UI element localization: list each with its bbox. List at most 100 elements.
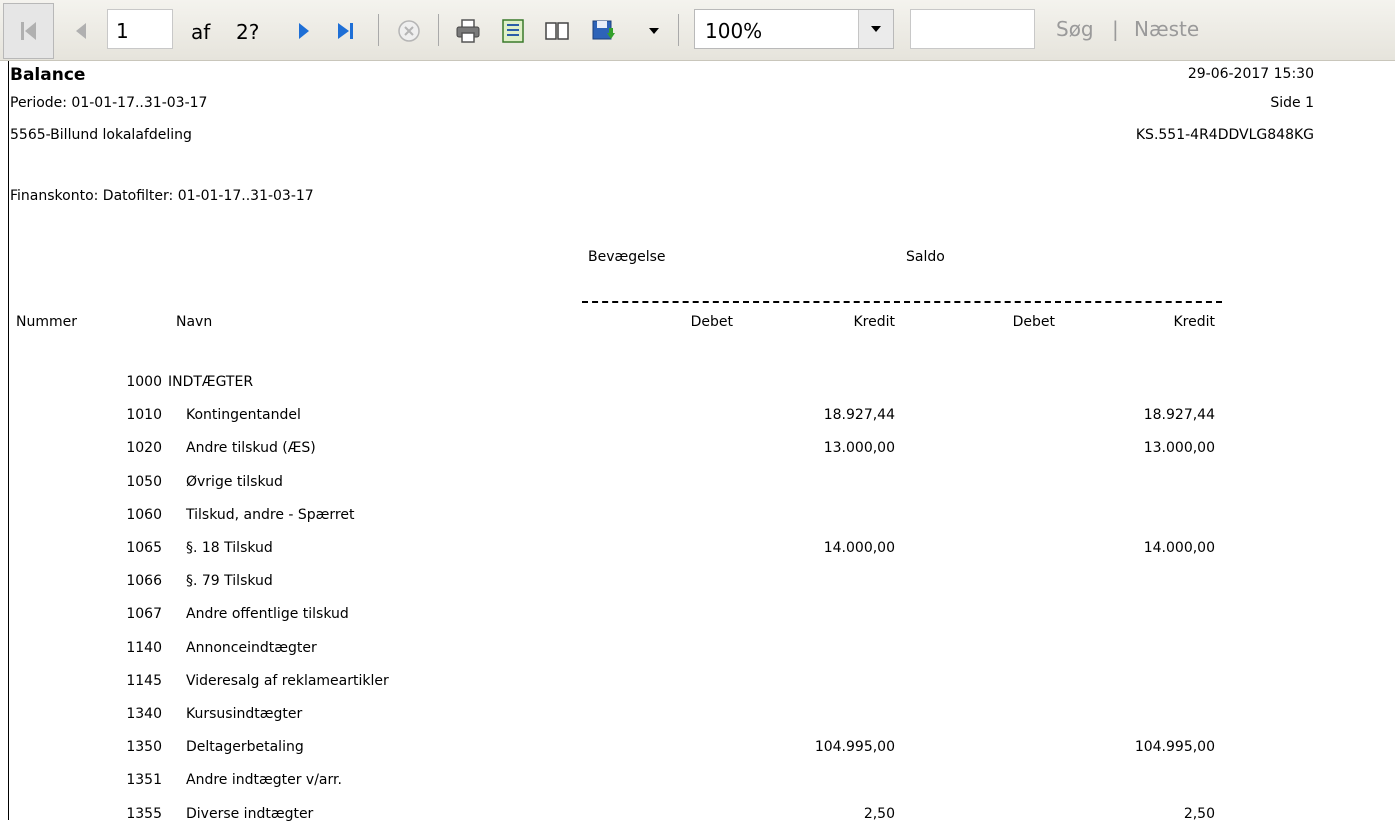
table-row: 1010 Kontingentandel 18.927,44 18.927,44 bbox=[0, 399, 1395, 431]
previous-page-icon bbox=[76, 23, 86, 39]
account-number: 1350 bbox=[126, 739, 162, 756]
credit-movement-cell: 14.000,00 bbox=[823, 540, 895, 556]
chevron-down-icon[interactable] bbox=[858, 10, 893, 48]
table-row: 1060 Tilskud, andre - Spærret bbox=[0, 499, 1395, 531]
table-row: 1067 Andre offentlige tilskud bbox=[0, 598, 1395, 630]
column-header-number: Nummer bbox=[16, 314, 77, 330]
account-name: Tilskud, andre - Spærret bbox=[186, 506, 355, 523]
next-page-button[interactable] bbox=[290, 13, 318, 49]
report-page: Balance 29-06-2017 15:30 Periode: 01-01-… bbox=[0, 61, 1395, 822]
table-row: 1145 Videresalg af reklameartikler bbox=[0, 665, 1395, 697]
account-name: Diverse indtægter bbox=[186, 805, 314, 822]
account-name: Andre offentlige tilskud bbox=[186, 606, 349, 623]
table-row: 1350 Deltagerbetaling 104.995,00 104.995,00 bbox=[0, 731, 1395, 763]
account-name: Kontingentandel bbox=[186, 407, 301, 424]
report-page-number: Side 1 bbox=[1270, 95, 1314, 111]
last-page-button[interactable] bbox=[330, 13, 362, 49]
account-number: 1020 bbox=[126, 440, 162, 457]
report-datetime: 29-06-2017 15:30 bbox=[1187, 66, 1314, 82]
toolbar-separator: | bbox=[1112, 17, 1119, 41]
stop-button[interactable] bbox=[392, 13, 426, 49]
group-header-movement: Bevægelse bbox=[588, 249, 666, 265]
credit-movement-cell: 13.000,00 bbox=[823, 440, 895, 457]
save-button[interactable] bbox=[584, 13, 624, 49]
first-page-button[interactable] bbox=[3, 3, 54, 59]
table-row: 1355 Diverse indtægter 2,50 2,50 bbox=[0, 798, 1395, 830]
report-toolbar: 1 af 2? 100% Søg | Næste bbox=[0, 0, 1395, 61]
next-match-button[interactable]: Næste bbox=[1134, 17, 1199, 41]
next-page-icon bbox=[299, 23, 309, 39]
column-header-credit-movement: Kredit bbox=[853, 314, 895, 330]
credit-movement-cell: 18.927,44 bbox=[823, 407, 895, 424]
account-number: 1066 bbox=[126, 573, 162, 590]
print-button[interactable] bbox=[450, 13, 486, 49]
account-number: 1050 bbox=[126, 473, 162, 490]
account-name: Andre tilskud (ÆS) bbox=[186, 440, 316, 457]
credit-balance-cell: 18.927,44 bbox=[1143, 407, 1215, 424]
account-name: Videresalg af reklameartikler bbox=[186, 672, 389, 689]
credit-movement-cell: 2,50 bbox=[863, 805, 895, 822]
page-of-label: af bbox=[191, 20, 211, 44]
account-name: §. 18 Tilskud bbox=[186, 540, 273, 556]
credit-balance-cell: 104.995,00 bbox=[1134, 739, 1215, 756]
report-title: Balance bbox=[10, 65, 86, 85]
page-setup-icon bbox=[502, 19, 524, 43]
account-number: 1010 bbox=[126, 407, 162, 424]
table-row: 1140 Annonceindtægter bbox=[0, 632, 1395, 664]
column-header-debit-movement: Debet bbox=[690, 314, 733, 330]
credit-balance-cell: 13.000,00 bbox=[1143, 440, 1215, 457]
column-header-name: Navn bbox=[176, 314, 213, 330]
account-name: Kursusindtægter bbox=[186, 706, 303, 722]
page-total: 2? bbox=[236, 20, 260, 44]
account-number: 1355 bbox=[126, 805, 162, 822]
account-number: 1140 bbox=[126, 639, 162, 656]
table-row: 1351 Andre indtægter v/arr. bbox=[0, 764, 1395, 796]
account-number: 1065 bbox=[126, 540, 162, 556]
search-input[interactable] bbox=[910, 9, 1035, 49]
credit-balance-cell: 14.000,00 bbox=[1143, 540, 1215, 556]
account-number: 1351 bbox=[126, 772, 162, 789]
table-row: 1340 Kursusindtægter bbox=[0, 698, 1395, 730]
account-name: §. 79 Tilskud bbox=[186, 573, 273, 590]
print-icon bbox=[456, 19, 480, 43]
page-number-input[interactable]: 1 bbox=[107, 9, 173, 49]
last-page-icon bbox=[338, 23, 353, 39]
table-row: 1000 INDTÆGTER bbox=[0, 366, 1395, 398]
table-row: 1020 Andre tilskud (ÆS) 13.000,00 13.000,00 bbox=[0, 432, 1395, 464]
credit-movement-cell: 104.995,00 bbox=[814, 739, 895, 756]
report-code: KS.551-4R4DDVLG848KG bbox=[1135, 127, 1314, 143]
account-number: 1340 bbox=[126, 706, 162, 722]
previous-page-button[interactable] bbox=[66, 13, 96, 49]
table-row: 1066 §. 79 Tilskud bbox=[0, 565, 1395, 597]
column-header-debit-balance: Debet bbox=[1012, 314, 1055, 330]
account-name: INDTÆGTER bbox=[168, 374, 254, 390]
report-company: 5565-Billund lokalafdeling bbox=[10, 127, 192, 143]
first-page-icon bbox=[20, 22, 36, 40]
account-name: Annonceindtægter bbox=[186, 639, 317, 656]
save-menu-dropdown[interactable] bbox=[646, 13, 662, 49]
account-name: Deltagerbetaling bbox=[186, 739, 304, 756]
page-setup-button[interactable] bbox=[496, 13, 530, 49]
account-number: 1145 bbox=[126, 672, 162, 689]
search-button[interactable]: Søg bbox=[1056, 17, 1094, 41]
credit-balance-cell: 2,50 bbox=[1183, 805, 1215, 822]
report-period: Periode: 01-01-17..31-03-17 bbox=[10, 95, 208, 111]
account-number: 1000 bbox=[126, 374, 162, 390]
table-row: 1065 §. 18 Tilskud 14.000,00 14.000,00 bbox=[0, 532, 1395, 564]
zoom-value: 100% bbox=[705, 19, 763, 43]
group-header-balance: Saldo bbox=[906, 249, 945, 265]
dropdown-arrow-icon bbox=[649, 28, 659, 34]
zoom-select[interactable]: 100% bbox=[694, 9, 894, 49]
account-number: 1067 bbox=[126, 606, 162, 623]
save-icon bbox=[592, 20, 615, 40]
account-name: Andre indtægter v/arr. bbox=[186, 772, 342, 789]
stop-icon bbox=[398, 20, 420, 42]
table-row: 1050 Øvrige tilskud bbox=[0, 466, 1395, 498]
account-name: Øvrige tilskud bbox=[186, 473, 283, 490]
print-layout-icon bbox=[545, 22, 569, 40]
header-divider bbox=[582, 301, 1222, 303]
print-layout-button[interactable] bbox=[540, 13, 574, 49]
report-filter: Finanskonto: Datofilter: 01-01-17..31-03… bbox=[10, 188, 314, 204]
account-number: 1060 bbox=[126, 506, 162, 523]
column-header-credit-balance: Kredit bbox=[1173, 314, 1215, 330]
